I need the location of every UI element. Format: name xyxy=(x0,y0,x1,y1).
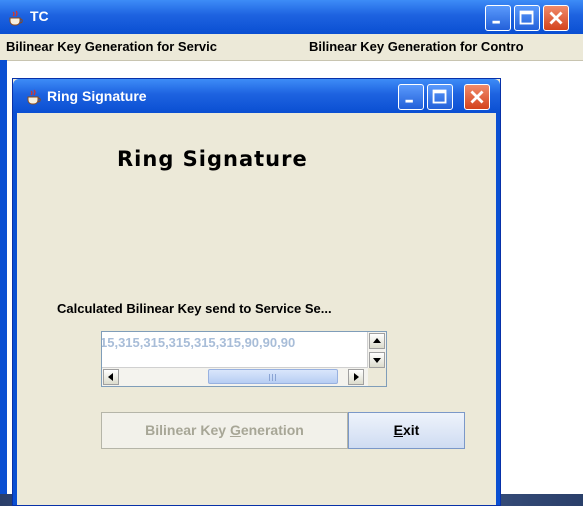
tc-titlebar[interactable]: TC xyxy=(0,0,583,34)
vertical-scrollbar[interactable] xyxy=(367,332,386,370)
maximize-button[interactable] xyxy=(514,5,540,31)
key-text: 15,315,315,315,315,315,90,90,90 xyxy=(101,335,296,350)
button-mnemonic: G xyxy=(229,422,241,438)
button-label: eneration xyxy=(240,422,304,438)
button-label: xit xyxy=(403,422,420,438)
thumb-grip xyxy=(269,374,270,381)
minimize-icon xyxy=(492,20,500,24)
close-icon xyxy=(470,90,484,104)
scroll-thumb[interactable] xyxy=(208,369,338,384)
thumb-grip xyxy=(272,374,273,381)
close-button[interactable] xyxy=(543,5,569,31)
dialog-minimize-button[interactable] xyxy=(398,84,424,110)
scroll-down-icon xyxy=(373,358,381,363)
window-border xyxy=(0,60,7,506)
minimize-button[interactable] xyxy=(485,5,511,31)
dialog-border-left xyxy=(13,113,17,505)
scroll-right-icon xyxy=(354,373,359,381)
thumb-grip xyxy=(275,374,276,381)
scroll-right-button[interactable] xyxy=(348,369,364,385)
maximize-icon xyxy=(519,10,534,25)
maximize-icon xyxy=(432,89,447,104)
close-icon xyxy=(549,11,563,25)
exit-button[interactable]: Exit xyxy=(348,412,465,449)
scroll-up-icon xyxy=(373,338,381,343)
dialog-close-button[interactable] xyxy=(464,84,490,110)
ring-signature-dialog: Ring Signature Ring Signature Calculated… xyxy=(12,78,501,506)
button-mnemonic: E xyxy=(393,422,403,438)
horizontal-scrollbar[interactable] xyxy=(102,367,368,386)
bilinear-key-generation-button[interactable]: Bilinear Key Generation xyxy=(101,412,348,449)
dialog-title: Ring Signature xyxy=(47,88,147,104)
java-cup-icon xyxy=(9,10,23,26)
scroll-left-button[interactable] xyxy=(103,369,119,385)
status-label: Calculated Bilinear Key send to Service … xyxy=(57,301,332,316)
menu-controller-keygen[interactable]: Bilinear Key Generation for Contro xyxy=(309,39,524,54)
menu-bar: Bilinear Key Generation for Servic Bilin… xyxy=(0,34,583,61)
scroll-up-button[interactable] xyxy=(369,333,385,349)
page-title: Ring Signature xyxy=(117,147,308,171)
dialog-maximize-button[interactable] xyxy=(427,84,453,110)
java-cup-icon xyxy=(27,89,41,105)
menu-service-keygen[interactable]: Bilinear Key Generation for Servic xyxy=(6,39,217,54)
dialog-titlebar[interactable]: Ring Signature xyxy=(13,79,500,113)
button-label: Bilinear Key xyxy=(145,422,230,438)
tc-window: TC Bilinear Key Generation for Servic Bi… xyxy=(0,0,583,506)
scroll-down-button[interactable] xyxy=(369,352,385,368)
minimize-icon xyxy=(405,99,413,103)
scroll-corner xyxy=(368,368,386,386)
dialog-border-right xyxy=(496,113,500,505)
key-text-area[interactable]: 15,315,315,315,315,315,90,90,90 xyxy=(101,331,387,387)
scroll-left-icon xyxy=(108,373,113,381)
window-title: TC xyxy=(30,8,49,24)
